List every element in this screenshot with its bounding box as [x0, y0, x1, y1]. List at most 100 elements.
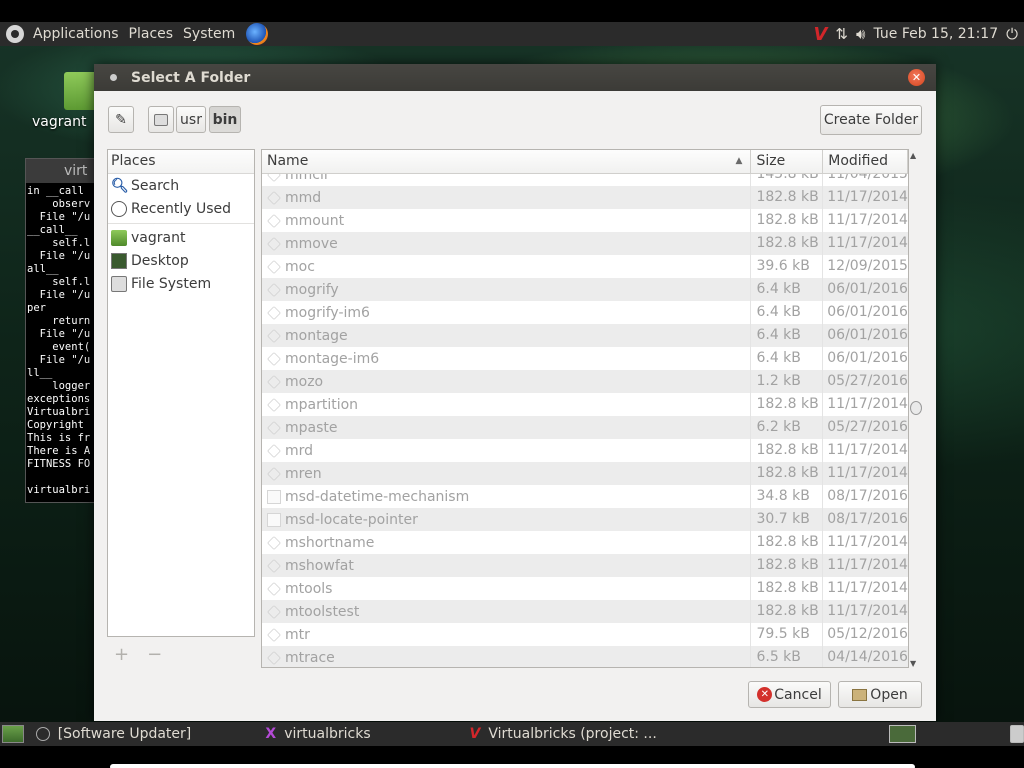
place-desktop[interactable]: Desktop: [108, 249, 254, 272]
terminal-window[interactable]: virt in __call observ File "/u __call__ …: [25, 158, 100, 503]
places-header[interactable]: Places: [108, 150, 254, 174]
place-vagrant[interactable]: vagrant: [108, 226, 254, 249]
file-list-scrollbar[interactable]: ▲ ▼: [909, 149, 922, 668]
ubuntu-logo-icon[interactable]: [6, 25, 24, 43]
file-modified-cell: 06/01/2016: [827, 281, 908, 297]
file-icon: [267, 489, 281, 504]
power-icon[interactable]: ⏻: [1006, 25, 1018, 43]
place-search[interactable]: 🔍︎ Search: [108, 174, 254, 197]
file-name: mtoolstest: [285, 603, 360, 620]
menu-applications[interactable]: Applications: [28, 22, 124, 46]
file-name: mogrify: [285, 281, 339, 298]
volume-icon[interactable]: 🔊︎: [856, 25, 865, 43]
path-button-usr[interactable]: usr: [176, 106, 206, 133]
table-row[interactable]: msd-datetime-mechanism 34.8 kB 08/17/2016: [262, 485, 908, 508]
file-name: mren: [285, 465, 322, 482]
table-row[interactable]: mshowfat 182.8 kB 11/17/2014: [262, 554, 908, 577]
table-row[interactable]: mpartition 182.8 kB 11/17/2014: [262, 393, 908, 416]
file-name: mmd: [285, 189, 322, 206]
table-row[interactable]: mmove 182.8 kB 11/17/2014: [262, 232, 908, 255]
task-software-updater[interactable]: [Software Updater]: [28, 722, 258, 746]
virtualbricks-tray-icon[interactable]: V: [813, 24, 827, 45]
file-list[interactable]: mmcli 145.8 kB 11/04/2015 mmd 182.8 kB 11/17/…: [261, 149, 909, 668]
folder-open-icon: [852, 688, 868, 701]
table-row[interactable]: mtr 79.5 kB 05/12/2016: [262, 623, 908, 646]
places-add-remove: + −: [114, 644, 162, 665]
table-row[interactable]: moc 39.6 kB 12/09/2015: [262, 255, 908, 278]
file-modified-cell: 06/01/2016: [827, 350, 908, 366]
path-button-bin[interactable]: bin: [209, 106, 241, 133]
create-folder-button[interactable]: Create Folder: [820, 105, 922, 135]
open-button[interactable]: Open: [838, 681, 922, 708]
dialog-titlebar[interactable]: Select A Folder ✕: [94, 64, 936, 91]
file-name-cell: mmd: [262, 186, 752, 209]
network-icon[interactable]: ⇅: [835, 25, 848, 43]
scroll-up-icon[interactable]: ▲: [910, 151, 916, 160]
file-name: mtrace: [285, 649, 335, 666]
file-name: mozo: [285, 373, 324, 390]
close-icon[interactable]: ✕: [908, 69, 925, 86]
table-row[interactable]: mmount 182.8 kB 11/17/2014: [262, 209, 908, 232]
table-row[interactable]: mogrify-im6 6.4 kB 06/01/2016: [262, 301, 908, 324]
file-name-cell: mtools: [262, 577, 752, 600]
remove-bookmark-button[interactable]: −: [147, 644, 162, 665]
column-size[interactable]: Size: [751, 150, 824, 173]
table-row[interactable]: mtools 182.8 kB 11/17/2014: [262, 577, 908, 600]
table-row[interactable]: mozo 1.2 kB 05/27/2016: [262, 370, 908, 393]
cancel-icon: ✕: [757, 687, 773, 702]
scroll-down-icon[interactable]: ▼: [910, 659, 916, 668]
executable-icon: [267, 650, 281, 665]
edit-path-button[interactable]: ✎: [108, 106, 134, 133]
place-label: Desktop: [131, 252, 189, 269]
clock[interactable]: Tue Feb 15, 21:17: [873, 26, 998, 42]
table-row[interactable]: mren 182.8 kB 11/17/2014: [262, 462, 908, 485]
file-name-cell: mozo: [262, 370, 752, 393]
place-file-system[interactable]: File System: [108, 272, 254, 295]
place-recently-used[interactable]: Recently Used: [108, 197, 254, 220]
table-row[interactable]: msd-locate-pointer 30.7 kB 08/17/2016: [262, 508, 908, 531]
file-size-cell: 6.4 kB: [751, 324, 824, 347]
file-name-cell: mmount: [262, 209, 752, 232]
file-list-header: Name ▲ Size Modified: [262, 150, 908, 174]
menu-system[interactable]: System: [178, 22, 240, 46]
window-menu-icon[interactable]: [110, 74, 117, 81]
table-row[interactable]: mtrace 6.5 kB 04/14/2016: [262, 646, 908, 667]
file-size-cell: 6.2 kB: [751, 416, 824, 439]
table-row[interactable]: mpaste 6.2 kB 05/27/2016: [262, 416, 908, 439]
file-size-cell: 182.8 kB: [751, 462, 824, 485]
file-size-cell: 182.8 kB: [751, 186, 824, 209]
column-name[interactable]: Name ▲: [262, 150, 752, 173]
bottom-glow: [110, 764, 915, 768]
column-modified[interactable]: Modified: [823, 150, 908, 173]
table-row[interactable]: montage-im6 6.4 kB 06/01/2016: [262, 347, 908, 370]
scrollbar-thumb[interactable]: [910, 401, 922, 415]
home-folder-icon: [111, 229, 127, 246]
cancel-button[interactable]: ✕ Cancel: [748, 681, 831, 708]
file-size-cell: 34.8 kB: [751, 485, 824, 508]
file-modified-cell: 08/17/2016: [827, 511, 908, 527]
menu-places[interactable]: Places: [124, 22, 179, 46]
file-name-cell: mogrify: [262, 278, 752, 301]
path-root-button[interactable]: [148, 106, 174, 133]
table-row[interactable]: mtoolstest 182.8 kB 11/17/2014: [262, 600, 908, 623]
file-size-cell: 182.8 kB: [751, 232, 824, 255]
table-row[interactable]: montage 6.4 kB 06/01/2016: [262, 324, 908, 347]
task-virtualbricks[interactable]: X virtualbricks: [257, 722, 461, 746]
task-label: Virtualbricks (project: ...: [488, 726, 657, 742]
column-name-label: Name: [267, 153, 309, 169]
show-desktop-icon[interactable]: [2, 725, 24, 743]
pencil-icon: ✎: [115, 111, 127, 128]
file-name-cell: mshowfat: [262, 554, 752, 577]
task-virtualbricks-project[interactable]: V Virtualbricks (project: ...: [462, 722, 669, 746]
firefox-icon[interactable]: [246, 23, 269, 45]
workspace-switcher-icon[interactable]: [888, 725, 917, 743]
table-row[interactable]: mrd 182.8 kB 11/17/2014: [262, 439, 908, 462]
trash-icon[interactable]: [1010, 725, 1024, 743]
table-row[interactable]: mshortname 182.8 kB 11/17/2014: [262, 531, 908, 554]
add-bookmark-button[interactable]: +: [114, 644, 129, 665]
table-row[interactable]: mmd 182.8 kB 11/17/2014: [262, 186, 908, 209]
table-row[interactable]: mogrify 6.4 kB 06/01/2016: [262, 278, 908, 301]
file-size-cell: 6.4 kB: [751, 347, 824, 370]
executable-icon: [267, 604, 281, 619]
file-size-cell: 6.4 kB: [751, 301, 824, 324]
